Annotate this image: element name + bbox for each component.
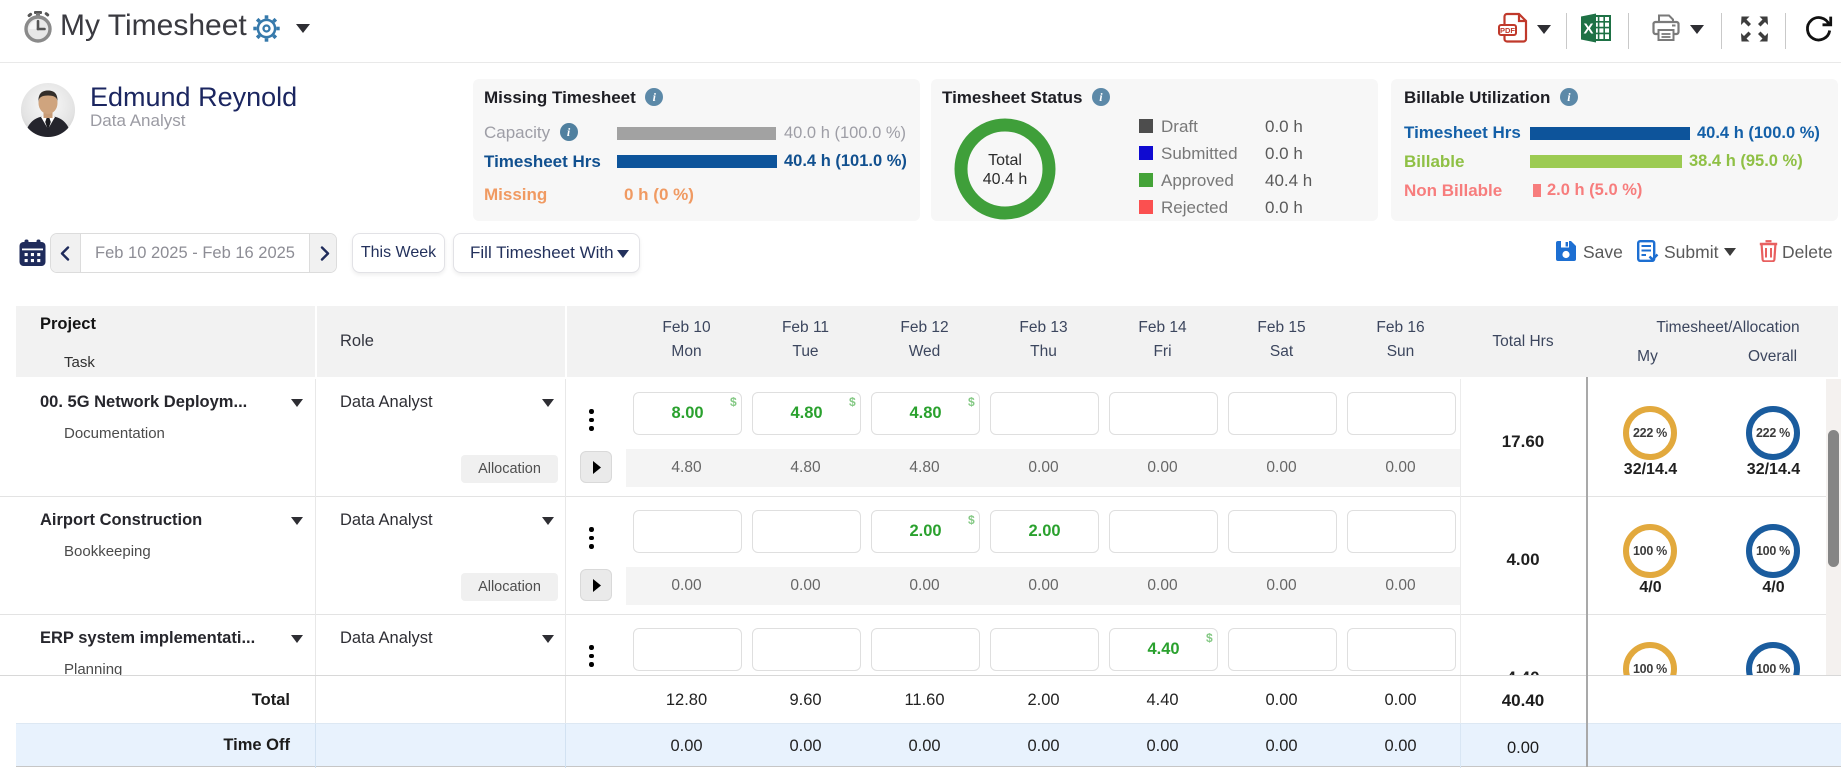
svg-text:40.4 h: 40.4 h — [983, 171, 1027, 188]
svg-text:X: X — [1583, 21, 1593, 38]
svg-text:PDF: PDF — [1500, 26, 1515, 35]
svg-text:Total: Total — [988, 152, 1022, 169]
